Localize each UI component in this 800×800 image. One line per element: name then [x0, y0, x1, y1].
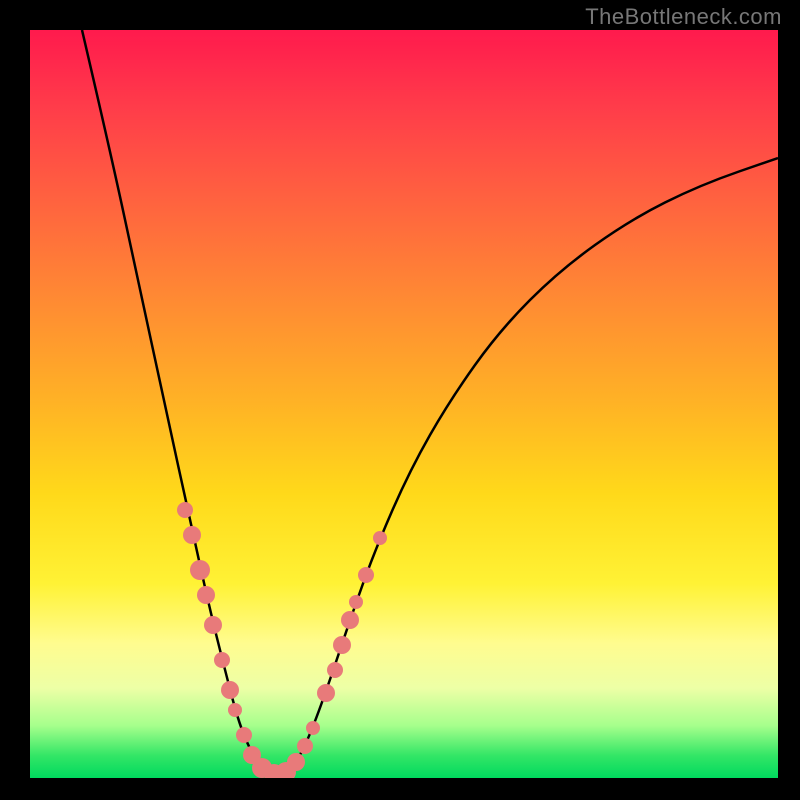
- data-marker: [236, 727, 252, 743]
- data-marker: [333, 636, 351, 654]
- data-marker: [341, 611, 359, 629]
- data-marker: [287, 753, 305, 771]
- data-marker: [306, 721, 320, 735]
- data-marker: [373, 531, 387, 545]
- data-marker: [327, 662, 343, 678]
- data-marker: [317, 684, 335, 702]
- chart-frame: TheBottleneck.com: [0, 0, 800, 800]
- chart-svg: [30, 30, 778, 778]
- data-marker: [297, 738, 313, 754]
- data-marker: [349, 595, 363, 609]
- data-marker: [358, 567, 374, 583]
- data-marker: [190, 560, 210, 580]
- watermark-text: TheBottleneck.com: [585, 4, 782, 30]
- data-marker: [228, 703, 242, 717]
- data-marker: [204, 616, 222, 634]
- data-markers: [177, 502, 387, 778]
- data-marker: [177, 502, 193, 518]
- data-marker: [183, 526, 201, 544]
- plot-area: [30, 30, 778, 778]
- data-marker: [214, 652, 230, 668]
- data-marker: [221, 681, 239, 699]
- data-marker: [197, 586, 215, 604]
- bottleneck-curve: [82, 30, 778, 773]
